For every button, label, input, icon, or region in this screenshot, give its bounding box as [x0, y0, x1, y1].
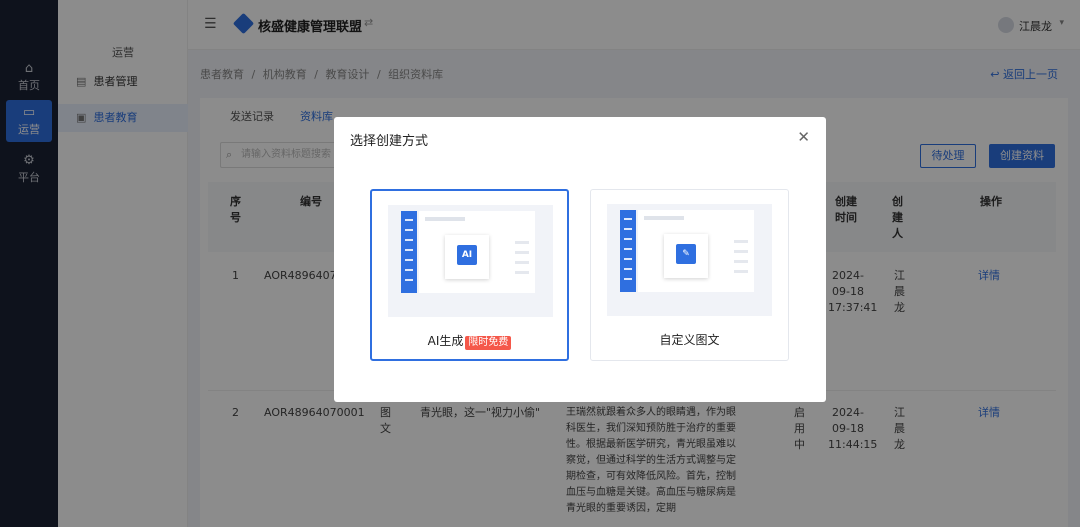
close-icon[interactable]: ✕: [797, 128, 810, 146]
illustration-card: AI: [445, 235, 489, 279]
illustration-document: AI: [419, 211, 535, 293]
option-label-text: AI生成: [427, 334, 464, 348]
free-tag-badge: 限时免费: [465, 336, 512, 350]
option-custom-graphic[interactable]: ✎ 自定义图文: [590, 189, 789, 361]
option-ai-generate[interactable]: AI AI生成 限时免费: [370, 189, 569, 361]
edit-icon: ✎: [676, 244, 696, 264]
option-label-text: 自定义图文: [659, 333, 720, 347]
ai-pen-icon: AI: [457, 245, 477, 265]
illustration-document: ✎: [638, 210, 754, 292]
illustration-card: ✎: [664, 234, 708, 278]
create-method-dialog: 选择创建方式 ✕ AI AI生成 限时免费 ✎ 自定义图文: [334, 117, 826, 402]
option-label: AI生成 限时免费: [372, 332, 567, 350]
dialog-title: 选择创建方式: [350, 134, 429, 149]
option-label: 自定义图文: [591, 331, 788, 348]
illustration-sidebar: [620, 210, 636, 292]
illustration-sidebar: [401, 211, 417, 293]
